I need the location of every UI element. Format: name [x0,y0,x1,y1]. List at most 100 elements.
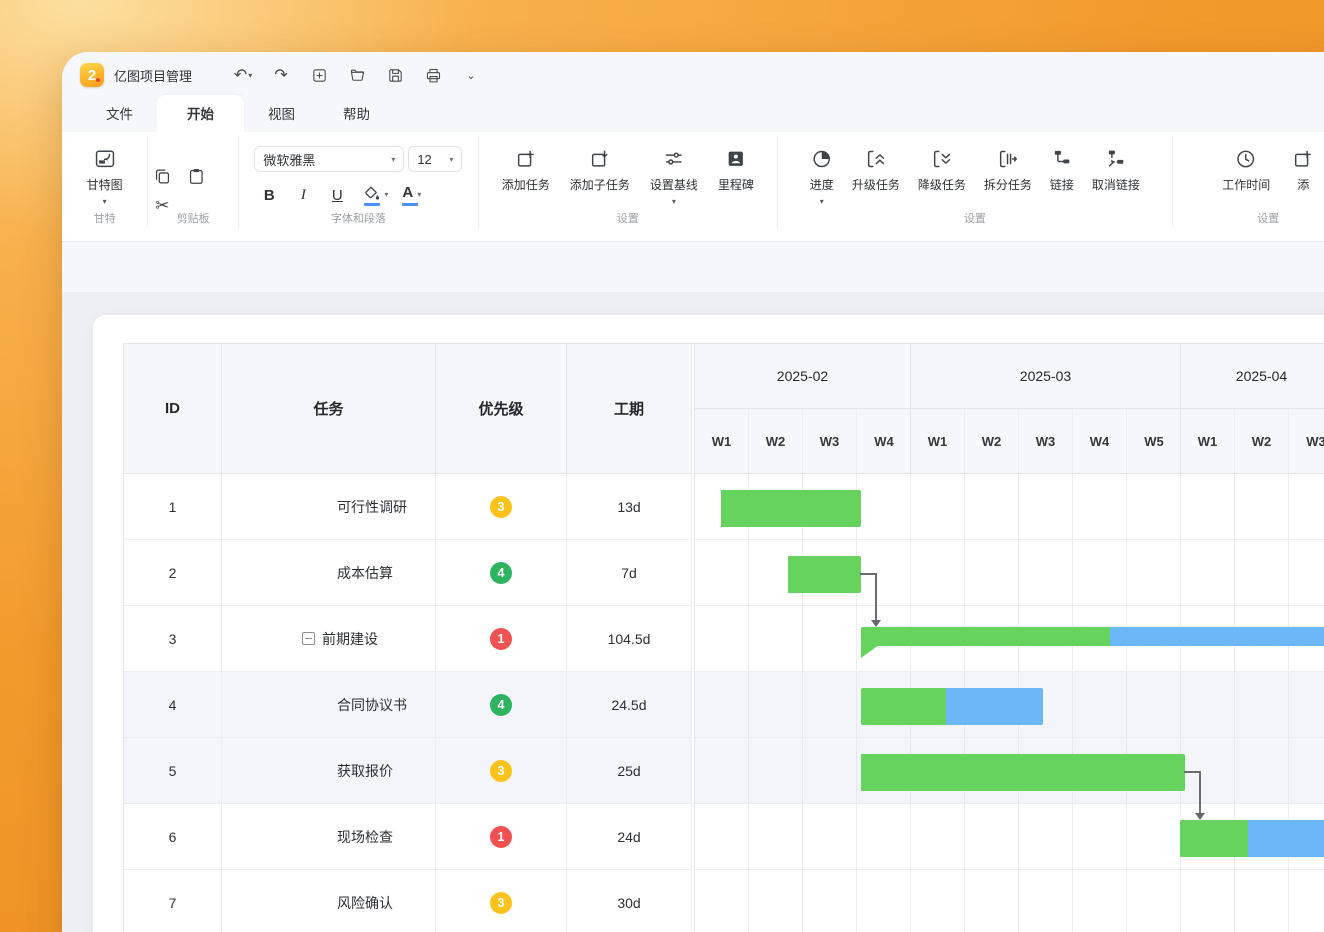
task-name: 成本估算 [222,540,436,605]
week-label: W2 [749,409,803,473]
chevron-down-icon[interactable]: ▾ [820,199,824,204]
table-row[interactable]: 2 成本估算 4 7d [124,540,692,606]
fill-color-swatch [364,203,380,206]
ribbon-button-baseline[interactable]: 设置基线▾ [646,136,702,204]
task-id: 6 [124,804,222,869]
gantt-task-bar[interactable] [1180,820,1324,857]
gantt-chart-button[interactable]: 甘特图 ▾ [83,136,127,204]
ribbon-button-add-subtask[interactable]: 添加子任务 [566,136,634,193]
bar-segment-blue [1248,820,1324,857]
bar-segment-green [721,490,861,527]
chevron-down-icon[interactable]: ▾ [384,190,388,199]
save-icon [387,67,404,84]
task-name: 可行性调研 [222,474,436,539]
bar-segment-green [861,754,1185,791]
font-color-button[interactable]: A ▾ [400,181,421,207]
tab-home[interactable]: 开始 [157,95,244,132]
italic-button[interactable]: I [288,181,318,207]
fill-color-button[interactable]: ▾ [362,181,388,207]
undo-caret-icon[interactable]: ▾ [248,71,252,80]
tab-file[interactable]: 文件 [82,95,157,132]
app-title: 亿图项目管理 [114,66,192,85]
print-button[interactable] [420,62,446,88]
chevron-down-icon[interactable]: ▾ [672,199,676,204]
timeline-body [695,474,1324,932]
task-duration: 24d [567,804,692,869]
week-label: W3 [1289,409,1324,473]
tab-help[interactable]: 帮助 [319,95,394,132]
gantt-task-bar[interactable] [788,556,861,593]
task-priority: 3 [436,738,567,803]
dependency-connector [1199,771,1201,813]
undo-button[interactable]: ↶▾ [230,62,256,88]
ribbon-button-clock[interactable]: 工作时间 [1218,136,1274,193]
table-row[interactable]: 5 获取报价 3 25d [124,738,692,804]
ribbon-button-split[interactable]: 拆分任务 [980,136,1036,193]
gantt-task-bar[interactable] [721,490,861,527]
priority-badge: 3 [490,496,512,518]
week-label: W1 [911,409,965,473]
column-header-task: 任务 [222,344,436,473]
gantt-task-bar[interactable] [861,754,1185,791]
collapse-icon[interactable] [302,632,315,645]
ribbon-button-add-task[interactable]: 添加任务 [498,136,554,193]
gantt-bars-layer [695,474,1324,932]
ribbon-button-add-resource[interactable]: 添 [1288,136,1318,193]
titlebar: 2 亿图项目管理 ↶▾ ↷ ⌄ [62,52,1324,98]
ribbon-button-link[interactable]: 链接 [1046,136,1078,193]
ribbon-button-milestone[interactable]: 里程碑 [714,136,758,193]
task-id: 1 [124,474,222,539]
ribbon-button-demote[interactable]: 降级任务 [914,136,970,193]
week-label: W4 [857,409,911,473]
task-id: 5 [124,738,222,803]
gantt-summary-bar[interactable] [861,627,1324,646]
chevron-down-icon[interactable]: ▾ [103,199,107,204]
new-file-icon [311,67,328,84]
underline-button[interactable]: U [322,181,352,207]
task-name: 风险确认 [222,870,436,932]
table-row[interactable]: 7 风险确认 3 30d [124,870,692,932]
promote-icon [865,148,887,170]
gantt-chart-icon [94,148,116,170]
bold-button[interactable]: B [254,181,284,207]
ribbon-group-clipboard: ✂ 剪贴板 [148,136,239,228]
table-row[interactable]: 3 前期建设 1 104.5d [124,606,692,672]
clock-icon [1235,148,1257,170]
task-table: ID 任务 优先级 工期 1 可行性调研 3 13d 2 成本估算 4 [124,344,692,932]
font-family-select[interactable]: 微软雅黑▾ [254,146,404,172]
toolbar-collapse-button[interactable]: ⌄ [458,62,484,88]
redo-button[interactable]: ↷ [268,62,294,88]
chevron-down-icon: ▾ [391,155,395,164]
save-button[interactable] [382,62,408,88]
new-file-button[interactable] [306,62,332,88]
task-duration: 25d [567,738,692,803]
chevron-down-icon[interactable]: ▾ [417,190,421,199]
open-file-button[interactable] [344,62,370,88]
ribbon-button-unlink[interactable]: 取消链接 [1088,136,1144,193]
tab-view[interactable]: 视图 [244,95,319,132]
task-id: 7 [124,870,222,932]
task-duration: 24.5d [567,672,692,737]
ribbon-group-edit: 进度▾升级任务降级任务拆分任务链接取消链接设置 [778,136,1172,228]
paste-button[interactable] [182,163,210,189]
task-priority: 3 [436,474,567,539]
ribbon-button-progress[interactable]: 进度▾ [806,136,838,204]
copy-button[interactable] [148,163,176,189]
link-icon [1051,148,1073,170]
font-size-select[interactable]: 12▾ [408,146,462,172]
table-row[interactable]: 4 合同协议书 4 24.5d [124,672,692,738]
ribbon-button-promote[interactable]: 升级任务 [848,136,904,193]
table-row[interactable]: 1 可行性调研 3 13d [124,474,692,540]
ribbon: 甘特图 ▾ 甘特 ✂ 剪贴板 [62,132,1324,242]
open-folder-icon [349,67,366,84]
gantt-task-bar[interactable] [861,688,1043,725]
task-duration: 104.5d [567,606,692,671]
bar-segment-green [861,688,946,725]
task-name: 合同协议书 [222,672,436,737]
table-row[interactable]: 6 现场检查 1 24d [124,804,692,870]
unlink-icon [1105,148,1127,170]
week-label: W5 [1127,409,1181,473]
table-body: 1 可行性调研 3 13d 2 成本估算 4 7d 3 前期建设 1 104.5… [124,474,692,932]
priority-badge: 3 [490,760,512,782]
month-label: 2025-04 [1181,344,1324,409]
